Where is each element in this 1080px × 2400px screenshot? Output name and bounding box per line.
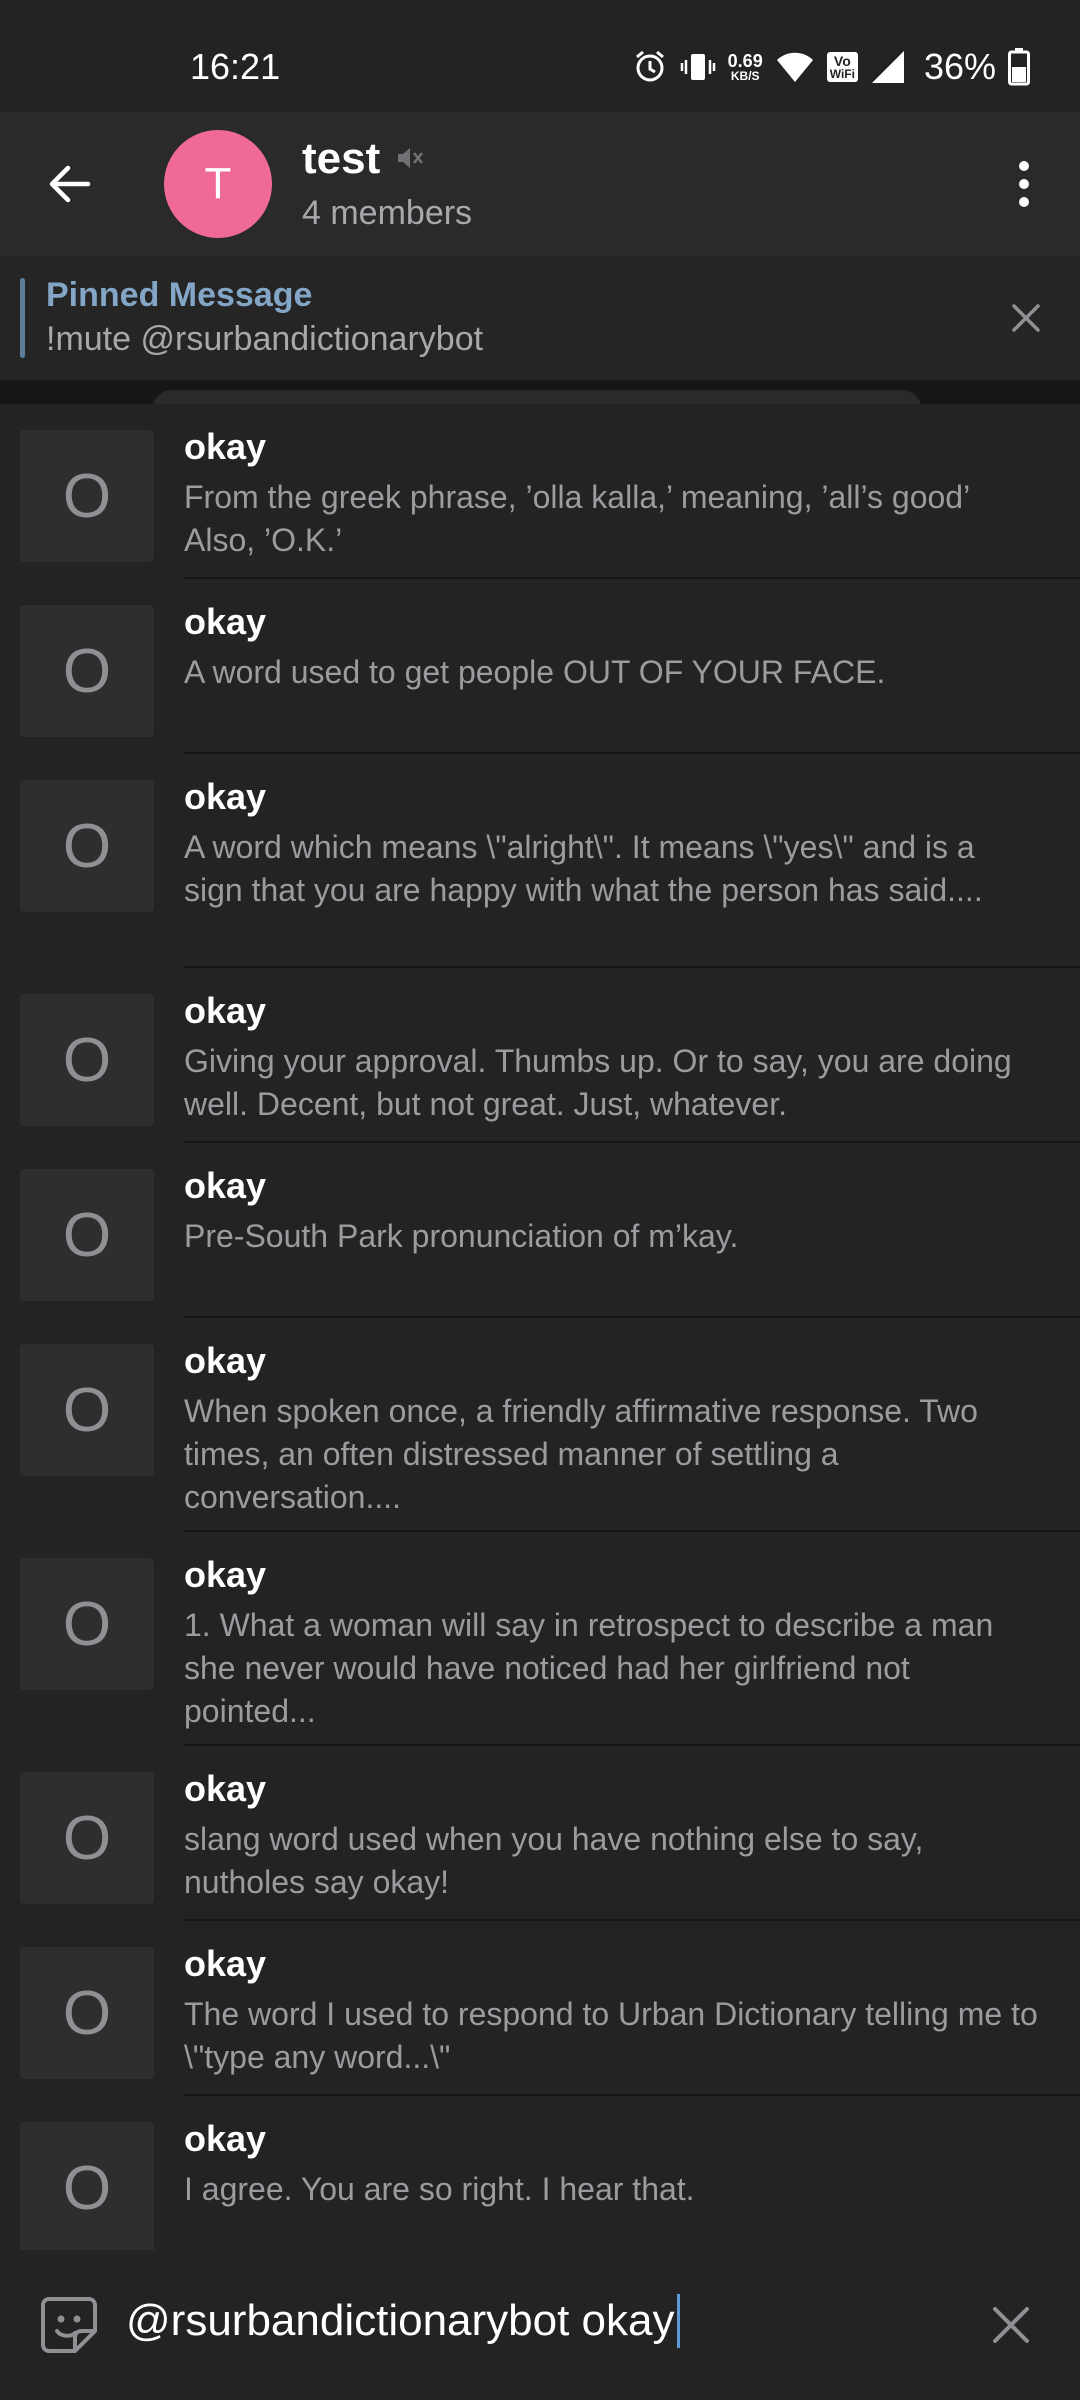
alarm-icon [632, 49, 668, 85]
result-item[interactable]: O okay A word used to get people OUT OF … [0, 579, 1080, 754]
result-thumbnail: O [20, 1772, 154, 1904]
result-title: okay [184, 1165, 267, 1206]
close-icon [1012, 304, 1040, 332]
back-button[interactable] [34, 148, 106, 220]
status-bar: 16:21 0.69 KB/S Vo WiFi 36% [0, 0, 1080, 112]
vibrate-icon [680, 49, 716, 85]
result-thumbnail: O [20, 430, 154, 562]
result-title: okay [184, 1554, 267, 1595]
result-item[interactable]: O okay Pre-South Park pronunciation of m… [0, 1143, 1080, 1318]
sticker-button[interactable] [36, 2292, 102, 2358]
result-description: When spoken once, a friendly affirmative… [184, 1393, 978, 1515]
result-thumbnail: O [20, 1558, 154, 1690]
result-description: Giving your approval. Thumbs up. Or to s… [184, 1043, 1012, 1122]
chat-background-strip [0, 380, 1080, 430]
pinned-close-button[interactable] [992, 284, 1060, 352]
result-thumbnail: O [20, 2122, 154, 2250]
close-icon [993, 2307, 1029, 2343]
battery-percent: 36% [923, 46, 996, 87]
result-item[interactable]: O okay A word which means \"alright\". I… [0, 754, 1080, 968]
pinned-text: !mute @rsurbandictionarybot [46, 320, 484, 358]
inline-results-list: O okay From the greek phrase, ’olla kall… [0, 404, 1080, 2250]
vowifi-icon: Vo WiFi [826, 52, 858, 82]
muted-icon [394, 134, 424, 184]
result-thumbnail: O [20, 605, 154, 737]
message-input[interactable]: @rsurbandictionarybot okay [126, 2294, 680, 2348]
result-thumbnail: O [20, 994, 154, 1126]
result-item[interactable]: O okay 1. What a woman will say in retro… [0, 1532, 1080, 1746]
result-description: 1. What a woman will say in retrospect t… [184, 1607, 994, 1729]
result-title: okay [184, 990, 267, 1031]
result-description: The word I used to respond to Urban Dict… [184, 1996, 1038, 2075]
battery-icon [1008, 48, 1030, 86]
result-description: Pre-South Park pronunciation of m’kay. [184, 1218, 739, 1254]
chat-title[interactable]: test [302, 134, 424, 184]
network-speed-unit: KB/S [730, 69, 760, 83]
result-thumbnail: O [20, 1947, 154, 2079]
avatar[interactable]: T [164, 130, 272, 238]
result-title: okay [184, 426, 267, 467]
text-caret [676, 2294, 680, 2348]
result-title: okay [184, 601, 267, 642]
result-item[interactable]: O okay slang word used when you have not… [0, 1746, 1080, 1921]
back-arrow-icon [49, 165, 91, 203]
vowifi-top-label: Vo [833, 53, 851, 69]
status-time: 16:21 [190, 46, 281, 87]
clear-input-button[interactable] [978, 2292, 1044, 2358]
message-input-text: @rsurbandictionarybot okay [126, 2296, 675, 2345]
result-thumbnail: O [20, 1344, 154, 1476]
result-item[interactable]: O okay I agree. You are so right. I hear… [0, 2096, 1080, 2250]
vowifi-bottom-label: WiFi [829, 67, 855, 81]
result-description: I agree. You are so right. I hear that. [184, 2171, 695, 2207]
pinned-message[interactable]: Pinned Message !mute @rsurbandictionaryb… [0, 256, 1080, 380]
result-item[interactable]: O okay From the greek phrase, ’olla kall… [0, 404, 1080, 579]
result-thumbnail: O [20, 780, 154, 912]
status-icons: 0.69 KB/S Vo WiFi 36% [632, 42, 1030, 92]
result-description: A word which means \"alright\". It means… [184, 829, 983, 908]
result-description: From the greek phrase, ’olla kalla,’ mea… [184, 479, 969, 558]
more-options-button[interactable] [994, 148, 1054, 220]
result-item[interactable]: O okay When spoken once, a friendly affi… [0, 1318, 1080, 1532]
result-item[interactable]: O okay The word I used to respond to Urb… [0, 1921, 1080, 2096]
members-count: 4 members [302, 194, 473, 232]
result-title: okay [184, 2118, 267, 2159]
cellular-signal-icon [870, 49, 906, 85]
network-speed: 0.69 KB/S [728, 52, 763, 82]
result-item[interactable]: O okay Giving your approval. Thumbs up. … [0, 968, 1080, 1143]
wifi-icon [775, 50, 815, 84]
chat-header: T test 4 members [0, 112, 1080, 256]
sticker-icon [41, 2297, 97, 2353]
result-description: slang word used when you have nothing el… [184, 1821, 924, 1900]
result-title: okay [184, 1340, 267, 1381]
more-vert-icon [1019, 161, 1029, 207]
result-description: A word used to get people OUT OF YOUR FA… [184, 654, 886, 690]
result-title: okay [184, 1768, 267, 1809]
message-input-bar: @rsurbandictionarybot okay [0, 2250, 1080, 2400]
pinned-indicator [20, 278, 25, 358]
result-thumbnail: O [20, 1169, 154, 1301]
chat-title-text: test [302, 134, 381, 183]
network-speed-value: 0.69 [727, 51, 763, 71]
result-title: okay [184, 1943, 267, 1984]
result-title: okay [184, 776, 267, 817]
pinned-title: Pinned Message [46, 276, 313, 314]
